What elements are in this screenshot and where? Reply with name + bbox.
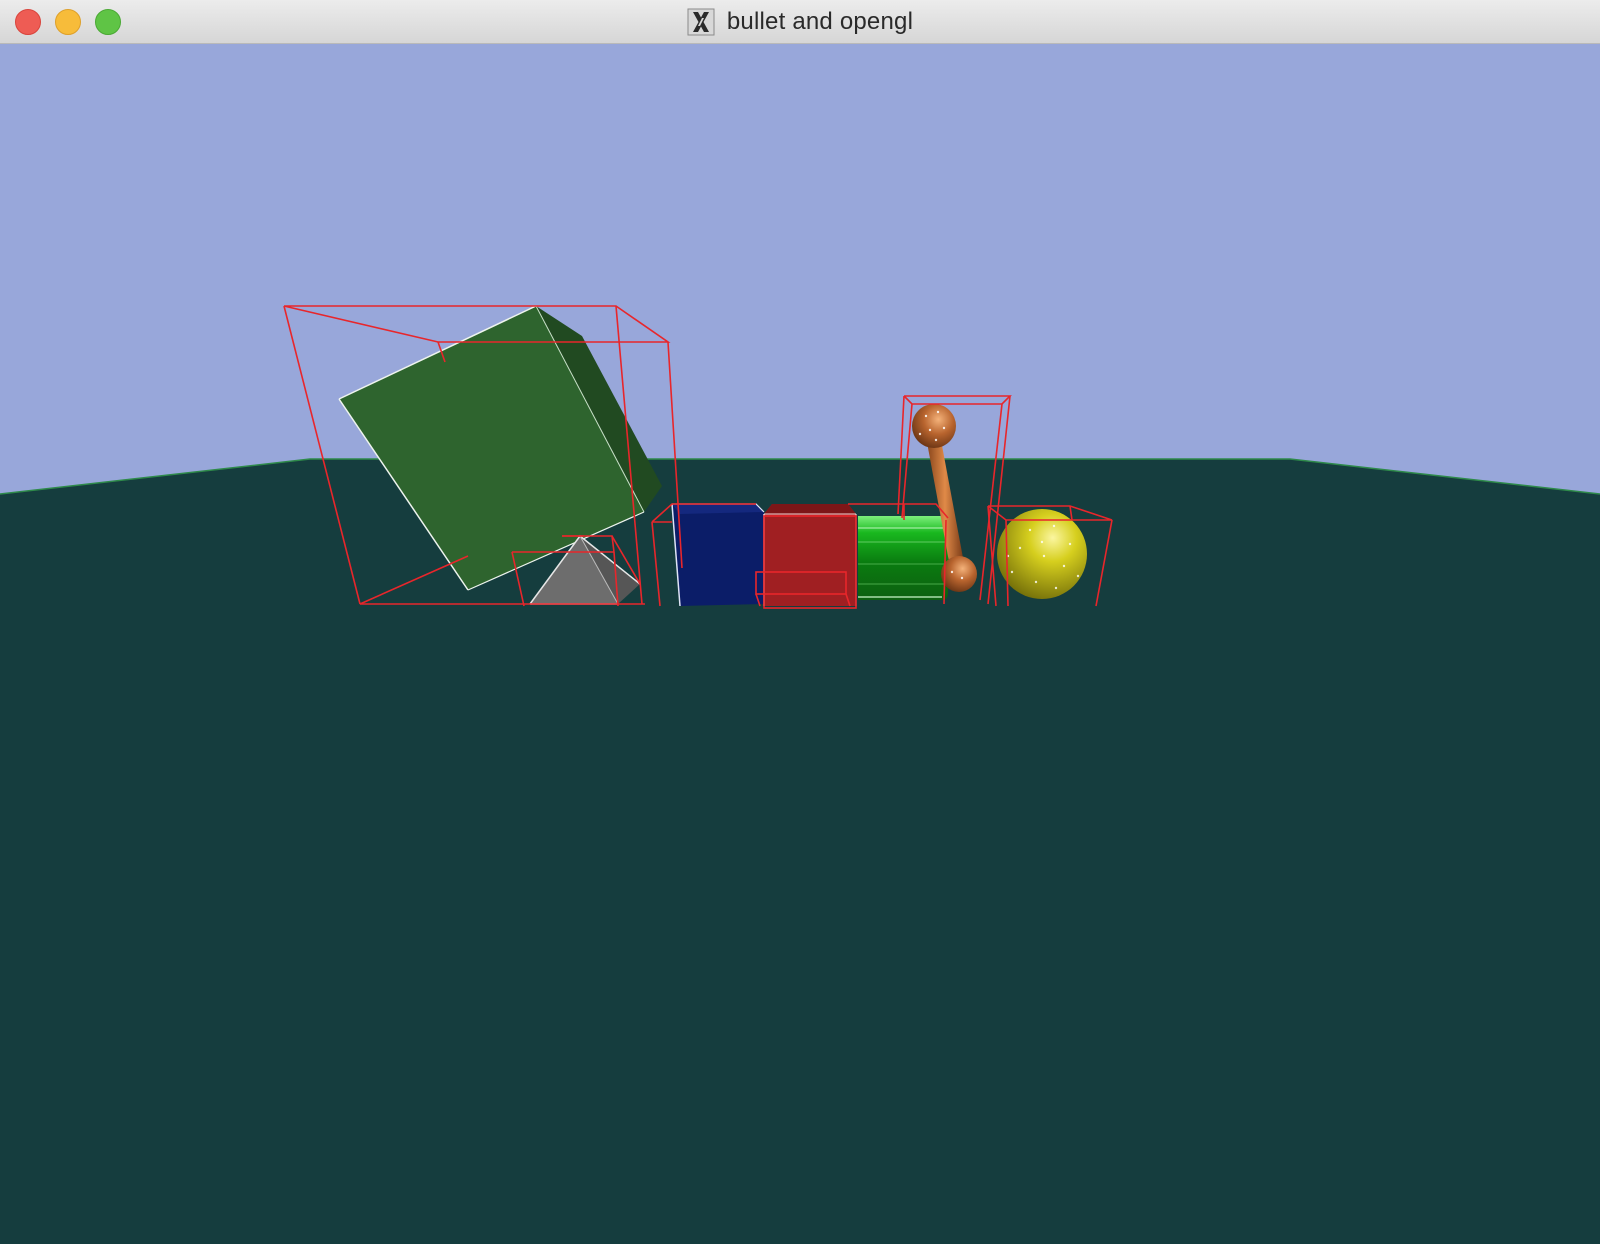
window-title: bullet and opengl	[726, 8, 914, 35]
blue-box	[671, 503, 765, 607]
title-bar[interactable]: bullet and opengl	[0, 0, 1600, 44]
scene-canvas[interactable]	[0, 44, 1600, 1244]
green-cylinder	[858, 516, 948, 600]
app-window: bullet and opengl	[0, 0, 1600, 1244]
title-group: bullet and opengl	[0, 0, 1600, 44]
x11-icon	[687, 8, 715, 36]
opengl-viewport[interactable]	[0, 44, 1600, 1244]
yellow-sphere	[997, 509, 1087, 599]
red-box	[763, 504, 857, 606]
